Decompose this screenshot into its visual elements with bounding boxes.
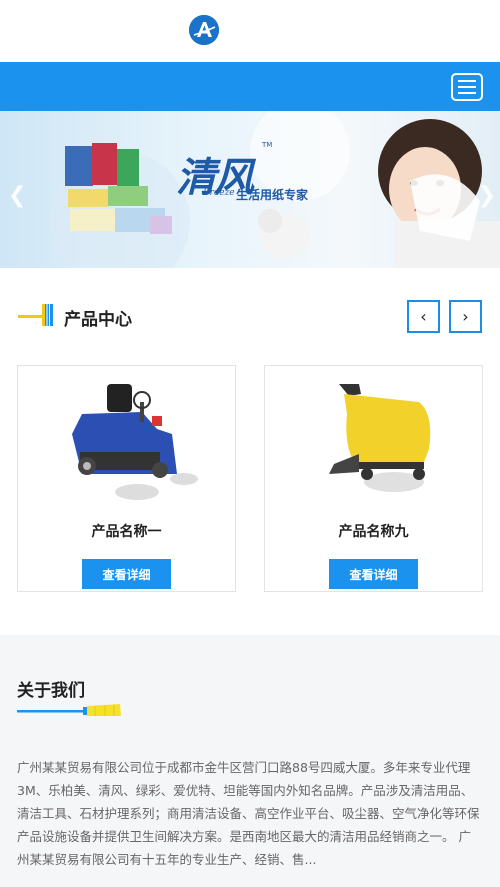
section-title: 产品中心 <box>64 310 132 330</box>
product-name: 产品名称九 <box>338 524 409 540</box>
product-name: 产品名称一 <box>91 524 162 540</box>
prev-button[interactable]: ‹ <box>407 300 440 333</box>
about-title: 关于我们 <box>17 681 85 701</box>
chevron-right-icon: › <box>462 307 469 326</box>
product-list: 产品名称一 查看详细 产品名称九 查看详细 <box>0 365 500 638</box>
logo[interactable] <box>189 15 219 45</box>
product-image <box>265 374 482 506</box>
banner-tm: TM <box>262 141 273 149</box>
banner-breeze: Breeze <box>203 188 235 198</box>
product-image <box>18 374 235 506</box>
view-details-button[interactable]: 查看详细 <box>82 559 171 589</box>
banner-slider[interactable]: 清风 TM Breeze 生活用纸专家 ❮ ❯ <box>0 111 500 268</box>
about-section: 关于我们 广州某某贸易有限公司位于成都市金牛区营门口路88号四威大厦。多年来专业… <box>0 635 500 887</box>
logo-a-icon <box>189 15 219 45</box>
view-details-button[interactable]: 查看详细 <box>329 559 418 589</box>
products-header: 产品中心 ‹ › <box>0 268 500 365</box>
next-button[interactable]: › <box>449 300 482 333</box>
header <box>0 0 500 62</box>
nav-bar <box>0 62 500 111</box>
menu-button[interactable] <box>451 73 483 101</box>
banner-next-arrow-icon[interactable]: ❯ <box>478 183 496 208</box>
mop-icon <box>17 704 121 716</box>
chevron-left-icon: ‹ <box>420 307 427 326</box>
about-description: 广州某某贸易有限公司位于成都市金牛区营门口路88号四威大厦。多年来专业代理3M、… <box>17 760 480 867</box>
product-card[interactable]: 产品名称一 查看详细 <box>17 365 236 592</box>
hamburger-icon <box>458 80 476 82</box>
product-card[interactable]: 产品名称九 查看详细 <box>264 365 483 592</box>
banner-prev-arrow-icon[interactable]: ❮ <box>8 183 26 208</box>
brush-icon <box>18 304 53 326</box>
banner-slogan: 生活用纸专家 <box>236 188 309 202</box>
